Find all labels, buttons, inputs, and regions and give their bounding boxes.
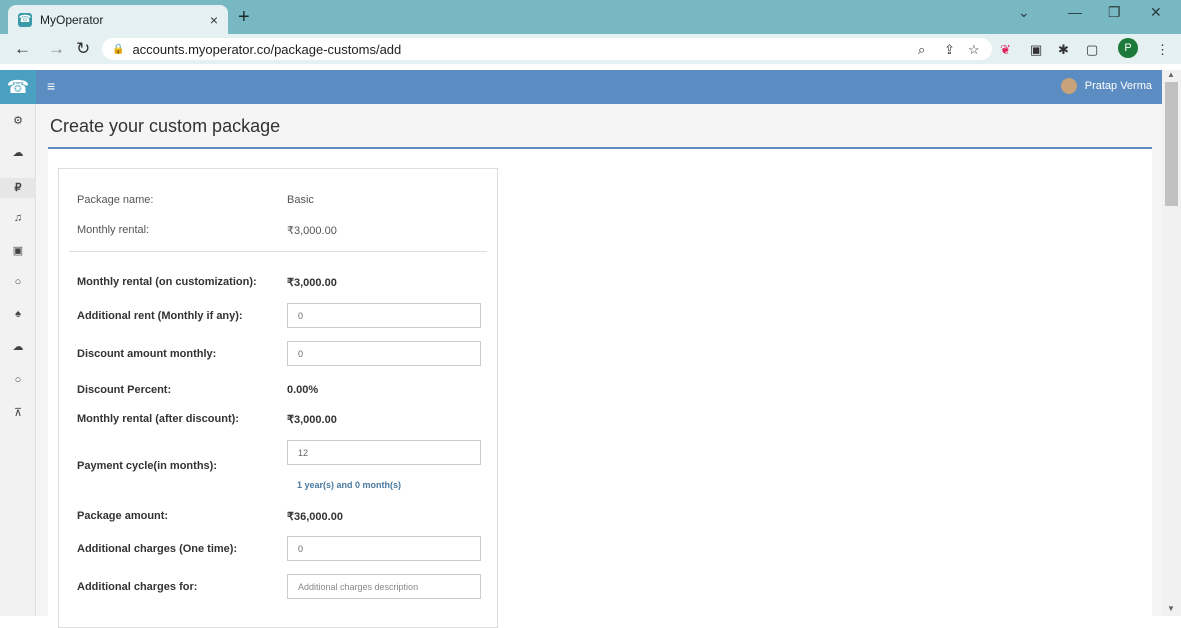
discount-amount-input[interactable] [287,341,481,366]
additional-charges-input[interactable] [287,536,481,561]
minimize-icon[interactable]: — [1068,4,1082,20]
discount-percent-label: Discount Percent: [77,384,172,396]
address-toolbar: ← → ↻ 🔒 accounts.myoperator.co/package-c… [0,34,1181,64]
tab-title: MyOperator [40,12,104,27]
side-panel-icon[interactable]: ▢ [1086,42,1098,58]
package-amount-value: ₹36,000.00 [287,511,343,523]
extensions-puzzle-icon[interactable]: ✱ [1058,42,1069,58]
share-icon[interactable]: ⇪ [944,42,955,58]
browser-tab[interactable]: ☎ MyOperator × [8,5,228,34]
main-content: Create your custom package Package name:… [36,104,1162,628]
app-header: ☎ ≡ Pratap Verma [0,70,1162,104]
discount-amount-label: Discount amount monthly: [77,348,217,360]
page-scrollbar[interactable]: ▲ ▼ [1162,70,1181,616]
grammarly-extension-icon[interactable]: ▣ [1030,42,1042,58]
monthly-rental-label: Monthly rental: [77,224,150,236]
additional-rent-label: Additional rent (Monthly if any): [77,310,243,322]
sidebar: ⚙ ☁ ₽ ♫ ▣ ○ ♠ ☁ ○ ⊼ [0,104,36,616]
payment-cycle-input[interactable] [287,440,481,465]
package-amount-label: Package amount: [77,510,169,522]
leaf-extension-icon[interactable]: ❦ [1000,42,1011,58]
monthly-rental-value: ₹3,000.00 [287,225,337,237]
rental-after-discount-value: ₹3,000.00 [287,414,337,426]
back-icon[interactable]: ← [14,39,31,59]
headset-icon[interactable]: ♫ [0,212,36,224]
tab-search-chevron-icon[interactable]: ⌄ [1018,4,1030,21]
cart-icon[interactable]: ⊼ [0,406,36,419]
hamburger-menu-icon[interactable]: ≡ [47,78,55,94]
package-name-label: Package name: [77,194,154,206]
rental-custom-value: ₹3,000.00 [287,277,337,289]
browser-menu-icon[interactable]: ⋮ [1156,42,1169,58]
discount-percent-value: 0.00% [287,384,319,396]
scroll-down-icon[interactable]: ▼ [1167,604,1175,613]
reload-icon[interactable]: ↻ [76,39,90,59]
tab-close-icon[interactable]: × [210,12,218,28]
package-form-card: Package name: Basic Monthly rental: ₹3,0… [58,168,498,628]
scrollbar-thumb[interactable] [1165,82,1178,206]
bell-icon[interactable]: ♠ [0,308,36,320]
window-close-icon[interactable]: ✕ [1150,4,1162,21]
new-tab-button[interactable]: + [238,6,250,29]
rupee-icon[interactable]: ₽ [0,178,36,198]
additional-charges-for-label: Additional charges for: [77,581,198,593]
dashboard-icon[interactable]: ⚙ [0,114,36,127]
circle-icon[interactable]: ○ [0,276,36,288]
additional-charges-label: Additional charges (One time): [77,543,238,555]
rental-custom-label: Monthly rental (on customization): [77,276,257,288]
bookmark-star-icon[interactable]: ☆ [968,42,980,58]
scroll-up-icon[interactable]: ▲ [1167,70,1175,79]
url-text: accounts.myoperator.co/package-customs/a… [132,41,402,57]
browser-tab-bar: ☎ MyOperator × + ⌄ — ❐ ✕ [0,0,1181,34]
payment-cycle-hint: 1 year(s) and 0 month(s) [297,480,402,490]
package-name-value: Basic [287,194,314,206]
form-divider [69,251,487,252]
myoperator-favicon-icon: ☎ [18,12,32,27]
additional-rent-input[interactable] [287,303,481,328]
cloud-icon[interactable]: ☁ [0,146,36,159]
user-name: Pratap Verma [1084,80,1152,92]
page-title: Create your custom package [50,116,281,136]
user-menu[interactable]: Pratap Verma [1060,78,1152,94]
payment-cycle-label: Payment cycle(in months): [77,460,217,472]
lock-icon: 🔒 [112,43,125,55]
additional-charges-for-input[interactable] [287,574,481,599]
profile-avatar[interactable]: P [1118,38,1138,58]
forward-icon[interactable]: → [48,39,65,59]
circle-icon-2[interactable]: ○ [0,374,36,386]
money-icon[interactable]: ▣ [0,244,36,257]
url-bar[interactable]: 🔒 accounts.myoperator.co/package-customs… [102,38,992,60]
cloud-user-icon[interactable]: ☁ [0,340,36,353]
zoom-icon[interactable]: ⌕ [918,42,925,58]
rental-after-discount-label: Monthly rental (after discount): [77,413,239,425]
avatar [1060,78,1077,94]
restore-icon[interactable]: ❐ [1108,4,1121,21]
myoperator-logo-icon[interactable]: ☎ [0,70,36,104]
